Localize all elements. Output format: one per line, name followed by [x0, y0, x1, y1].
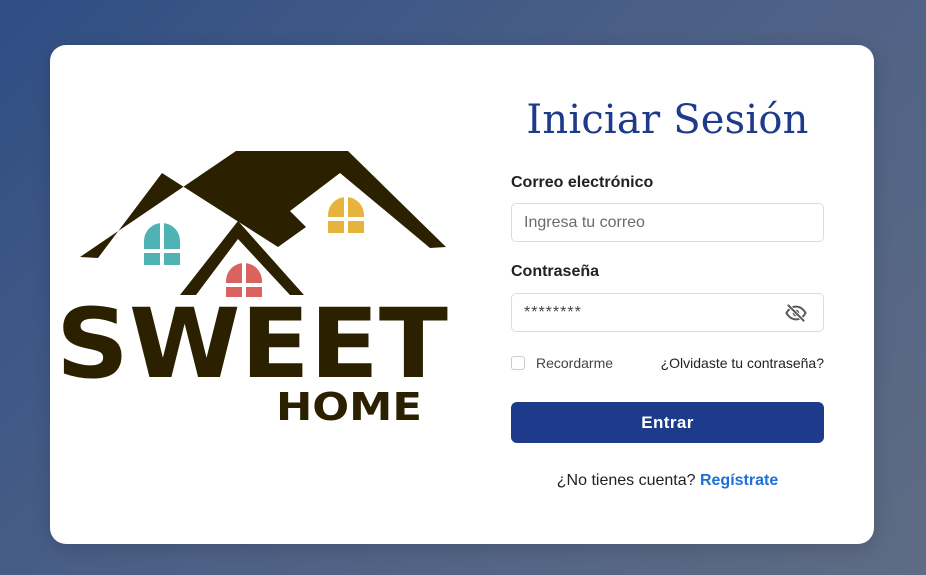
login-form: Iniciar Sesión Correo electrónico Contra…: [511, 45, 824, 544]
logo-window-right: [328, 197, 364, 233]
password-field[interactable]: [511, 293, 824, 332]
logo-main-roof: [80, 151, 446, 258]
remember-me: Recordarme: [511, 353, 613, 373]
logo-sub-text: HOME: [276, 385, 422, 429]
eye-off-icon[interactable]: [785, 303, 807, 323]
logo-main-text: SWEET: [58, 288, 448, 400]
remember-label: Recordarme: [536, 355, 614, 371]
submit-button[interactable]: Entrar: [511, 402, 824, 443]
logo-graphic: SWEET HOME: [58, 151, 448, 429]
password-label: Contraseña: [511, 263, 600, 280]
remember-checkbox[interactable]: [511, 356, 525, 370]
page-title: Iniciar Sesión: [526, 97, 809, 143]
login-card: SWEET HOME Iniciar Sesión Correo electró…: [50, 45, 874, 544]
email-label: Correo electrónico: [511, 174, 654, 191]
signup-link[interactable]: Regístrate: [700, 472, 778, 489]
signup-prompt: ¿No tienes cuenta? Regístrate: [511, 472, 824, 490]
sweet-home-logo: SWEET HOME: [58, 147, 458, 437]
logo-window-left: [144, 223, 180, 265]
forgot-password-link[interactable]: ¿Olvidaste tu contraseña?: [661, 355, 824, 371]
email-field[interactable]: [511, 203, 824, 242]
signup-prompt-text: ¿No tienes cuenta?: [556, 472, 700, 489]
